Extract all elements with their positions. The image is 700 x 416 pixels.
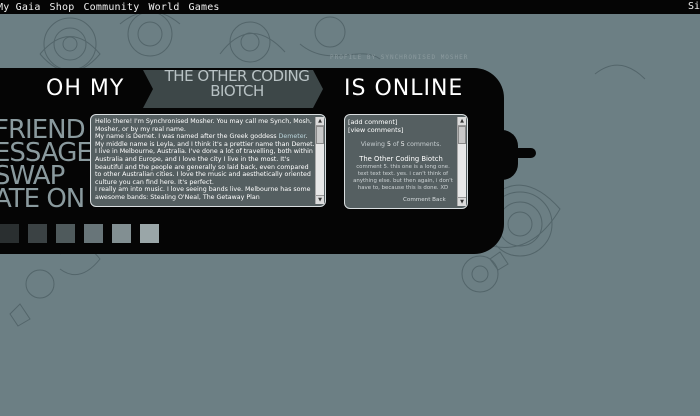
about-scrollbar[interactable]: ▲ ▼ <box>315 117 324 204</box>
swatch <box>84 224 103 243</box>
viewing-total: 5 <box>400 141 405 148</box>
about-me-text: Hello there! I'm Synchronised Mosher. Yo… <box>95 118 315 202</box>
nav-links: My Gaia Shop Community World Games <box>0 2 220 13</box>
comment-author-link[interactable]: The Other Coding Biotch <box>345 155 457 163</box>
viewing-suffix: comments. <box>406 141 442 148</box>
viewing-from: 5 <box>386 141 391 148</box>
nav-games[interactable]: Games <box>189 2 220 13</box>
scroll-up-arrow-icon[interactable]: ▲ <box>458 117 466 126</box>
gaia-top-nav: My Gaia Shop Community World Games Si <box>0 0 700 14</box>
scroll-down-arrow-icon[interactable]: ▼ <box>316 195 324 204</box>
color-swatches <box>0 224 159 243</box>
about-paragraph: I live in Melbourne, Australia. I've don… <box>95 148 313 186</box>
about-paragraph: I really am into music. I love seeing ba… <box>95 186 311 201</box>
comments-scrollbar[interactable]: ▲ ▼ <box>457 117 466 206</box>
scroll-thumb[interactable] <box>458 126 466 144</box>
about-me-panel[interactable]: Hello there! I'm Synchronised Mosher. Yo… <box>90 114 326 207</box>
comment-back-link[interactable]: Comment Back <box>403 197 446 203</box>
profile-credit: PROFILE BY SYNCHRONISED MOSHER <box>330 54 469 61</box>
nav-my-gaia[interactable]: My Gaia <box>0 2 41 13</box>
banner-line-2: BIOTCH <box>210 82 264 100</box>
swatch <box>28 224 47 243</box>
view-comments-link[interactable]: [view comments] <box>348 126 403 135</box>
nav-community[interactable]: Community <box>83 2 139 13</box>
about-paragraph: Hello there! I'm Synchronised Mosher. Yo… <box>95 118 312 133</box>
nav-shop[interactable]: Shop <box>50 2 75 13</box>
comment-count: Viewing 5 of 5 comments. <box>345 141 457 148</box>
viewing-prefix: Viewing <box>360 141 385 148</box>
swatch <box>56 224 75 243</box>
title-oh-my: OH MY <box>46 76 125 101</box>
comments-panel[interactable]: [add comment] [view comments] Viewing 5 … <box>344 114 468 209</box>
comment-body: comment 5. this one is a long one. text … <box>353 164 453 191</box>
title-is-online: IS ONLINE <box>344 76 464 101</box>
side-link-rate-on[interactable]: ATE ON <box>0 186 85 212</box>
about-paragraph: My name is Demet. I was named after the … <box>95 133 315 148</box>
swatch <box>0 224 19 243</box>
swatch <box>140 224 159 243</box>
username-banner-text: THE OTHER CODING BIOTCH <box>152 69 322 99</box>
nav-world[interactable]: World <box>148 2 179 13</box>
banner-tip <box>514 148 536 158</box>
comment-links: [add comment] [view comments] <box>348 118 403 135</box>
scroll-thumb[interactable] <box>316 126 324 144</box>
nav-sign-in-link[interactable]: Si <box>688 0 700 14</box>
swatch <box>112 224 131 243</box>
scroll-down-arrow-icon[interactable]: ▼ <box>458 197 466 206</box>
scroll-up-arrow-icon[interactable]: ▲ <box>316 117 324 126</box>
viewing-of: of <box>392 141 399 148</box>
